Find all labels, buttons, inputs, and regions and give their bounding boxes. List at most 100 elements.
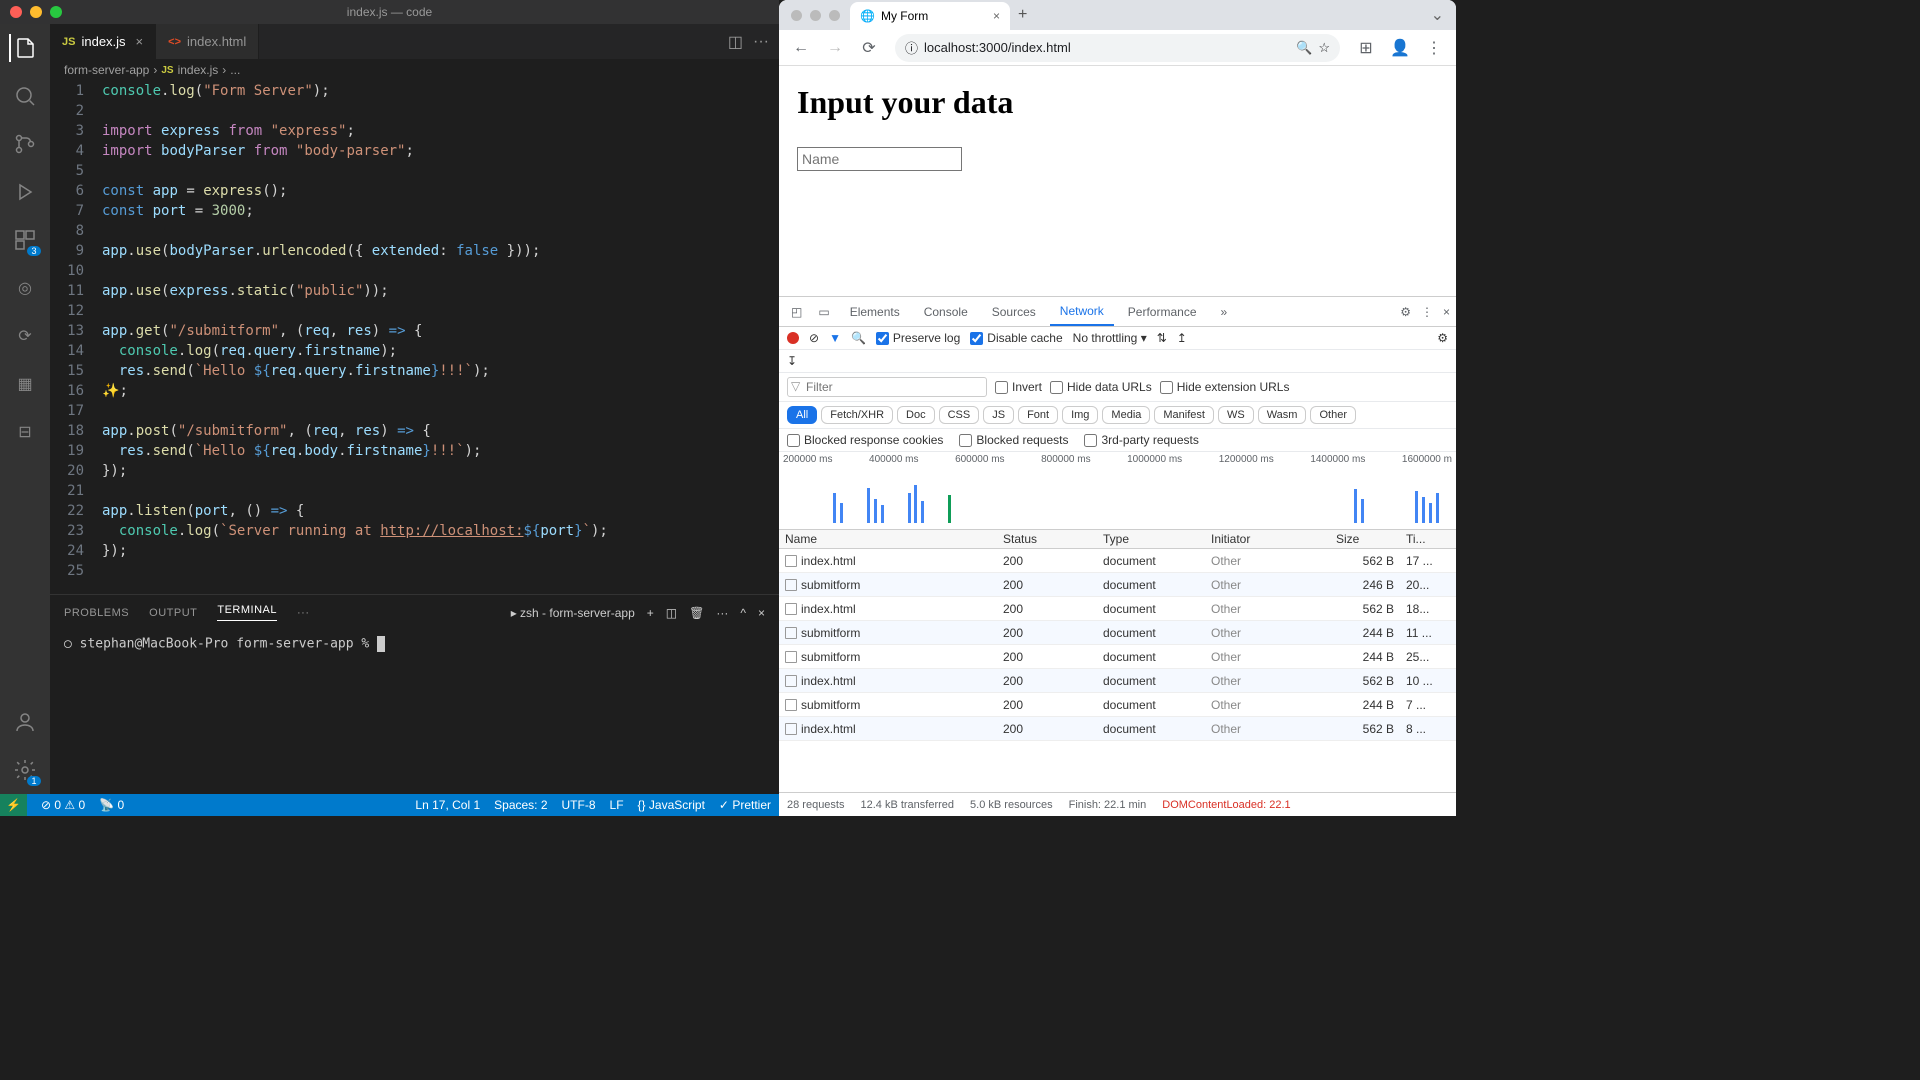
tab-index-html[interactable]: <>index.html xyxy=(156,24,259,59)
table-row[interactable]: submitform200documentOther246 B20... xyxy=(779,573,1456,597)
explorer-icon[interactable] xyxy=(9,34,39,62)
zoom-icon[interactable]: 🔍 xyxy=(1296,40,1312,56)
elements-tab[interactable]: Elements xyxy=(840,297,910,326)
more-icon[interactable]: ⋮ xyxy=(1421,305,1433,319)
filter-input[interactable] xyxy=(787,377,987,397)
chip-img[interactable]: Img xyxy=(1062,406,1098,424)
more-icon[interactable]: ··· xyxy=(753,33,769,51)
indentation[interactable]: Spaces: 2 xyxy=(494,798,547,812)
encoding[interactable]: UTF-8 xyxy=(562,798,596,812)
split-editor-icon[interactable]: ◫ xyxy=(728,32,743,52)
disable-cache-check[interactable]: Disable cache xyxy=(970,331,1062,345)
more-tabs-icon[interactable]: » xyxy=(1211,297,1238,326)
language-mode[interactable]: {} JavaScript xyxy=(638,798,705,812)
extensions-icon[interactable]: ⊞ xyxy=(1352,34,1380,62)
minimize-dot[interactable] xyxy=(810,10,821,21)
table-row[interactable]: index.html200documentOther562 B8 ... xyxy=(779,717,1456,741)
new-terminal-icon[interactable]: + xyxy=(647,606,654,620)
chip-media[interactable]: Media xyxy=(1102,406,1150,424)
record-button[interactable] xyxy=(787,332,799,344)
chevron-down-icon[interactable]: ⌄ xyxy=(1431,5,1444,25)
errors-count[interactable]: ⊘ 0 ⚠ 0 xyxy=(41,798,85,812)
network-tab[interactable]: Network xyxy=(1050,297,1114,326)
export-icon[interactable]: ↧ xyxy=(787,354,797,368)
problems-tab[interactable]: PROBLEMS xyxy=(64,607,129,619)
ports-count[interactable]: 📡 0 xyxy=(99,798,124,812)
performance-tab[interactable]: Performance xyxy=(1118,297,1207,326)
remote-icon[interactable]: ◎ xyxy=(11,274,39,302)
cursor-position[interactable]: Ln 17, Col 1 xyxy=(415,798,480,812)
import-icon[interactable]: ↥ xyxy=(1177,331,1187,345)
table-row[interactable]: submitform200documentOther244 B25... xyxy=(779,645,1456,669)
maximize-dot[interactable] xyxy=(50,6,62,18)
terminal-dropdown[interactable]: ▸ zsh - form-server-app xyxy=(511,606,635,620)
chip-fetch[interactable]: Fetch/XHR xyxy=(821,406,893,424)
kill-terminal-icon[interactable]: 🗑 xyxy=(689,606,704,620)
hide-extension-urls-check[interactable]: Hide extension URLs xyxy=(1160,380,1290,394)
chip-wasm[interactable]: Wasm xyxy=(1258,406,1307,424)
close-icon[interactable]: × xyxy=(136,34,144,49)
close-devtools-icon[interactable]: × xyxy=(1443,305,1450,319)
back-button[interactable]: ← xyxy=(787,34,815,62)
source-control-icon[interactable] xyxy=(11,130,39,158)
breadcrumb[interactable]: form-server-app › JS index.js › ... xyxy=(50,59,779,81)
site-info-icon[interactable]: ⓘ xyxy=(905,38,918,57)
chip-other[interactable]: Other xyxy=(1310,406,1356,424)
inspect-icon[interactable]: ◰ xyxy=(785,305,808,319)
invert-check[interactable]: Invert xyxy=(995,380,1042,394)
third-party-check[interactable]: 3rd-party requests xyxy=(1084,433,1198,447)
terminal[interactable]: ○ stephan@MacBook-Pro form-server-app % xyxy=(50,630,779,794)
more-tab[interactable]: ··· xyxy=(297,607,310,619)
network-timeline[interactable]: 200000 ms 400000 ms 600000 ms 800000 ms … xyxy=(779,452,1456,530)
table-row[interactable]: index.html200documentOther562 B17 ... xyxy=(779,549,1456,573)
prettier-status[interactable]: ✓ Prettier xyxy=(719,798,771,812)
table-row[interactable]: submitform200documentOther244 B11 ... xyxy=(779,621,1456,645)
name-input[interactable] xyxy=(797,147,962,171)
debug-icon[interactable]: ⟳ xyxy=(11,322,39,350)
extensions-icon[interactable]: 3 xyxy=(11,226,39,254)
clear-icon[interactable]: ⊘ xyxy=(809,331,819,345)
settings-icon[interactable]: ⚙ xyxy=(1400,305,1411,319)
close-panel-icon[interactable]: × xyxy=(758,606,765,620)
forward-button[interactable]: → xyxy=(821,34,849,62)
code-editor[interactable]: 1234567891011121314151617181920212223242… xyxy=(50,81,779,594)
profile-icon[interactable]: 👤 xyxy=(1386,34,1414,62)
chip-font[interactable]: Font xyxy=(1018,406,1058,424)
remote-indicator[interactable]: ⚡ xyxy=(0,794,27,816)
close-icon[interactable]: × xyxy=(993,9,1000,23)
chip-ws[interactable]: WS xyxy=(1218,406,1254,424)
split-terminal-icon[interactable]: ◫ xyxy=(666,606,677,620)
network-conditions-icon[interactable]: ⇅ xyxy=(1157,331,1167,345)
chip-manifest[interactable]: Manifest xyxy=(1154,406,1214,424)
test-icon[interactable]: ▦ xyxy=(11,370,39,398)
throttling-select[interactable]: No throttling ▾ xyxy=(1073,331,1147,345)
star-icon[interactable]: ☆ xyxy=(1318,40,1330,56)
url-bar[interactable]: ⓘ localhost:3000/index.html 🔍 ☆ xyxy=(895,34,1340,62)
output-tab[interactable]: OUTPUT xyxy=(149,607,197,619)
table-row[interactable]: submitform200documentOther244 B7 ... xyxy=(779,693,1456,717)
tab-index-js[interactable]: JSindex.js× xyxy=(50,24,156,59)
maximize-dot[interactable] xyxy=(829,10,840,21)
maximize-icon[interactable]: ^ xyxy=(740,606,746,620)
chip-doc[interactable]: Doc xyxy=(897,406,935,424)
account-icon[interactable] xyxy=(11,708,39,736)
search-icon[interactable] xyxy=(11,82,39,110)
close-dot[interactable] xyxy=(10,6,22,18)
search-icon[interactable]: 🔍 xyxy=(851,331,866,345)
minimize-dot[interactable] xyxy=(30,6,42,18)
menu-icon[interactable]: ⋮ xyxy=(1420,34,1448,62)
new-tab-icon[interactable]: + xyxy=(1018,6,1027,24)
more-terminal-icon[interactable]: ··· xyxy=(716,606,728,620)
browser-tab[interactable]: 🌐 My Form × xyxy=(850,2,1010,30)
run-debug-icon[interactable] xyxy=(11,178,39,206)
sources-tab[interactable]: Sources xyxy=(982,297,1046,326)
device-icon[interactable]: ▭ xyxy=(812,305,835,319)
terminal-tab[interactable]: TERMINAL xyxy=(217,604,277,621)
blocked-cookies-check[interactable]: Blocked response cookies xyxy=(787,433,943,447)
eol[interactable]: LF xyxy=(610,798,624,812)
chip-css[interactable]: CSS xyxy=(939,406,980,424)
network-settings-icon[interactable]: ⚙ xyxy=(1437,331,1448,345)
preserve-log-check[interactable]: Preserve log xyxy=(876,331,960,345)
console-tab[interactable]: Console xyxy=(914,297,978,326)
reload-button[interactable]: ⟳ xyxy=(855,34,883,62)
